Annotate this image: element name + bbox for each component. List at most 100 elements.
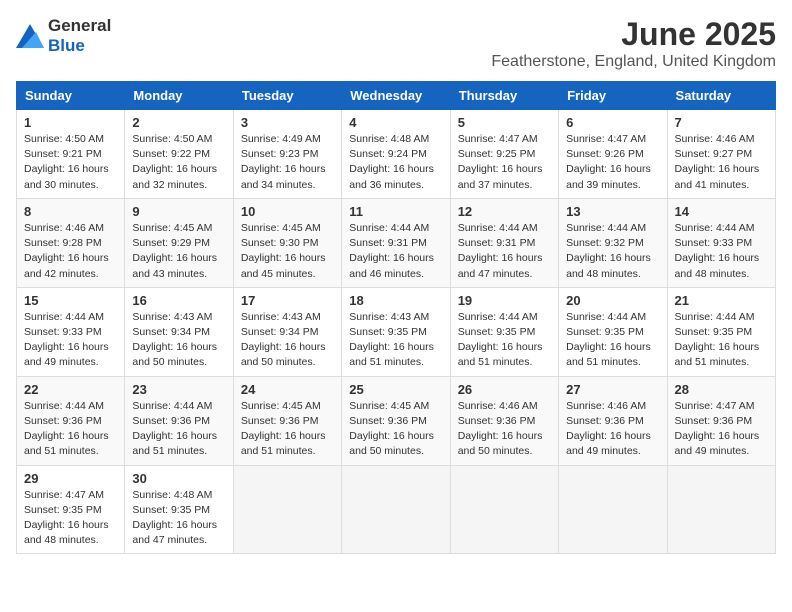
day-cell: 13Sunrise: 4:44 AM Sunset: 9:32 PM Dayli… [559,198,667,287]
day-number: 27 [566,382,659,397]
day-number: 30 [132,471,225,486]
day-number: 16 [132,293,225,308]
day-number: 22 [24,382,117,397]
day-number: 4 [349,115,442,130]
day-cell: 1 Sunrise: 4:50 AM Sunset: 9:21 PM Daylig… [17,110,125,199]
day-cell: 22 Sunrise: 4:44 AM Sunset: 9:36 PM Dayli… [17,376,125,465]
day-cell: 2 Sunrise: 4:50 AM Sunset: 9:22 PM Daylig… [125,110,233,199]
day-cell: 16Sunrise: 4:43 AM Sunset: 9:34 PM Dayli… [125,287,233,376]
day-number: 14 [675,204,768,219]
day-cell [342,465,450,554]
main-title: June 2025 [491,16,776,53]
day-number: 19 [458,293,551,308]
day-info: Sunrise: 4:47 AM Sunset: 9:35 PM Dayligh… [24,488,117,549]
week-row-1: 1 Sunrise: 4:50 AM Sunset: 9:21 PM Daylig… [17,110,776,199]
day-number: 18 [349,293,442,308]
day-number: 26 [458,382,551,397]
day-cell: 19 Sunrise: 4:44 AM Sunset: 9:35 PM Dayli… [450,287,558,376]
day-number: 12 [458,204,551,219]
day-cell [233,465,341,554]
calendar-body: 1 Sunrise: 4:50 AM Sunset: 9:21 PM Daylig… [17,110,776,554]
day-cell: 17 Sunrise: 4:43 AM Sunset: 9:34 PM Dayli… [233,287,341,376]
logo-text: General Blue [48,16,111,56]
day-number: 15 [24,293,117,308]
day-info: Sunrise: 4:49 AM Sunset: 9:23 PM Dayligh… [241,132,334,193]
day-cell: 28Sunrise: 4:47 AM Sunset: 9:36 PM Dayli… [667,376,775,465]
day-cell: 14Sunrise: 4:44 AM Sunset: 9:33 PM Dayli… [667,198,775,287]
col-header-tuesday: Tuesday [233,82,341,110]
day-info: Sunrise: 4:44 AM Sunset: 9:36 PM Dayligh… [132,399,225,460]
day-number: 8 [24,204,117,219]
day-info: Sunrise: 4:46 AM Sunset: 9:36 PM Dayligh… [458,399,551,460]
col-header-thursday: Thursday [450,82,558,110]
day-cell [559,465,667,554]
day-cell: 3 Sunrise: 4:49 AM Sunset: 9:23 PM Daylig… [233,110,341,199]
logo: General Blue [16,16,111,56]
day-info: Sunrise: 4:44 AM Sunset: 9:31 PM Dayligh… [458,221,551,282]
day-cell: 11Sunrise: 4:44 AM Sunset: 9:31 PM Dayli… [342,198,450,287]
day-info: Sunrise: 4:43 AM Sunset: 9:34 PM Dayligh… [241,310,334,371]
day-cell: 4Sunrise: 4:48 AM Sunset: 9:24 PM Daylig… [342,110,450,199]
day-number: 24 [241,382,334,397]
day-cell [450,465,558,554]
day-cell [667,465,775,554]
day-cell: 30 Sunrise: 4:48 AM Sunset: 9:35 PM Dayli… [125,465,233,554]
day-cell: 6Sunrise: 4:47 AM Sunset: 9:26 PM Daylig… [559,110,667,199]
week-row-5: 29 Sunrise: 4:47 AM Sunset: 9:35 PM Dayli… [17,465,776,554]
col-header-wednesday: Wednesday [342,82,450,110]
day-cell: 7Sunrise: 4:46 AM Sunset: 9:27 PM Daylig… [667,110,775,199]
week-row-3: 15 Sunrise: 4:44 AM Sunset: 9:33 PM Dayli… [17,287,776,376]
day-number: 2 [132,115,225,130]
day-cell: 20 Sunrise: 4:44 AM Sunset: 9:35 PM Dayli… [559,287,667,376]
day-info: Sunrise: 4:45 AM Sunset: 9:30 PM Dayligh… [241,221,334,282]
day-cell: 29 Sunrise: 4:47 AM Sunset: 9:35 PM Dayli… [17,465,125,554]
day-info: Sunrise: 4:44 AM Sunset: 9:35 PM Dayligh… [675,310,768,371]
logo-blue: Blue [48,36,85,55]
col-header-friday: Friday [559,82,667,110]
calendar-header: SundayMondayTuesdayWednesdayThursdayFrid… [17,82,776,110]
col-header-saturday: Saturday [667,82,775,110]
day-number: 21 [675,293,768,308]
day-info: Sunrise: 4:44 AM Sunset: 9:35 PM Dayligh… [458,310,551,371]
week-row-4: 22 Sunrise: 4:44 AM Sunset: 9:36 PM Dayli… [17,376,776,465]
title-area: June 2025 Featherstone, England, United … [491,16,776,71]
logo-general: General [48,16,111,35]
day-info: Sunrise: 4:47 AM Sunset: 9:26 PM Dayligh… [566,132,659,193]
day-number: 3 [241,115,334,130]
day-cell: 18Sunrise: 4:43 AM Sunset: 9:35 PM Dayli… [342,287,450,376]
day-cell: 9 Sunrise: 4:45 AM Sunset: 9:29 PM Daylig… [125,198,233,287]
day-info: Sunrise: 4:50 AM Sunset: 9:21 PM Dayligh… [24,132,117,193]
day-cell: 5Sunrise: 4:47 AM Sunset: 9:25 PM Daylig… [450,110,558,199]
day-number: 20 [566,293,659,308]
day-cell: 26 Sunrise: 4:46 AM Sunset: 9:36 PM Dayli… [450,376,558,465]
day-number: 10 [241,204,334,219]
day-info: Sunrise: 4:47 AM Sunset: 9:25 PM Dayligh… [458,132,551,193]
day-cell: 15 Sunrise: 4:44 AM Sunset: 9:33 PM Dayli… [17,287,125,376]
day-number: 29 [24,471,117,486]
day-info: Sunrise: 4:50 AM Sunset: 9:22 PM Dayligh… [132,132,225,193]
day-info: Sunrise: 4:45 AM Sunset: 9:29 PM Dayligh… [132,221,225,282]
day-cell: 10 Sunrise: 4:45 AM Sunset: 9:30 PM Dayli… [233,198,341,287]
day-number: 28 [675,382,768,397]
col-header-sunday: Sunday [17,82,125,110]
day-info: Sunrise: 4:46 AM Sunset: 9:36 PM Dayligh… [566,399,659,460]
day-info: Sunrise: 4:44 AM Sunset: 9:31 PM Dayligh… [349,221,442,282]
logo-icon [16,24,44,48]
day-info: Sunrise: 4:44 AM Sunset: 9:32 PM Dayligh… [566,221,659,282]
day-number: 9 [132,204,225,219]
day-number: 1 [24,115,117,130]
day-cell: 23Sunrise: 4:44 AM Sunset: 9:36 PM Dayli… [125,376,233,465]
day-info: Sunrise: 4:44 AM Sunset: 9:36 PM Dayligh… [24,399,117,460]
day-cell: 8 Sunrise: 4:46 AM Sunset: 9:28 PM Daylig… [17,198,125,287]
day-info: Sunrise: 4:48 AM Sunset: 9:35 PM Dayligh… [132,488,225,549]
day-info: Sunrise: 4:46 AM Sunset: 9:28 PM Dayligh… [24,221,117,282]
day-info: Sunrise: 4:44 AM Sunset: 9:35 PM Dayligh… [566,310,659,371]
day-number: 17 [241,293,334,308]
calendar-table: SundayMondayTuesdayWednesdayThursdayFrid… [16,81,776,554]
subtitle: Featherstone, England, United Kingdom [491,53,776,71]
day-number: 7 [675,115,768,130]
day-cell: 12 Sunrise: 4:44 AM Sunset: 9:31 PM Dayli… [450,198,558,287]
header-row: SundayMondayTuesdayWednesdayThursdayFrid… [17,82,776,110]
day-info: Sunrise: 4:45 AM Sunset: 9:36 PM Dayligh… [241,399,334,460]
day-info: Sunrise: 4:44 AM Sunset: 9:33 PM Dayligh… [24,310,117,371]
